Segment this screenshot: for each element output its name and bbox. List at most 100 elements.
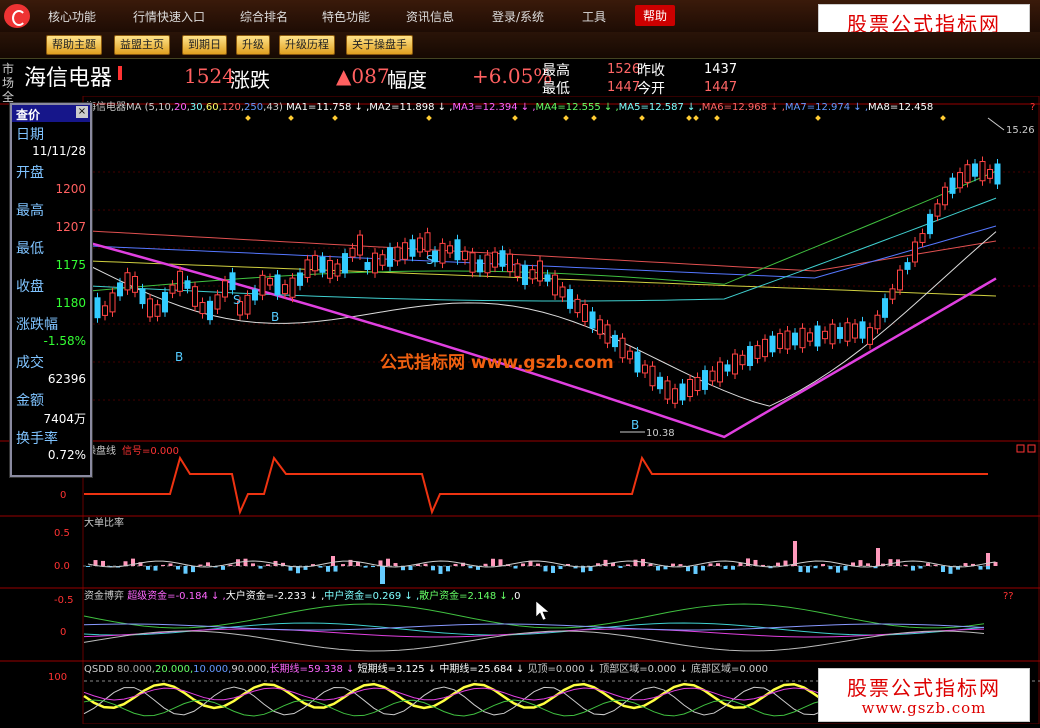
candle-body [537, 260, 543, 282]
candle-body [627, 350, 633, 360]
candle-body [927, 213, 933, 235]
ratio-bar [633, 559, 638, 566]
candle-body [687, 378, 693, 398]
expiry-button[interactable]: 到期日 [182, 35, 227, 55]
sub2-axis-mid: 0.0 [54, 561, 70, 572]
menu-special[interactable]: 特色功能 [322, 8, 370, 25]
ratio-bar [393, 563, 398, 566]
main-help-icon[interactable]: ? [1030, 102, 1035, 113]
sub1-signal: 信号=0.000 [122, 445, 179, 457]
candle-body [469, 252, 476, 273]
candle-body [222, 280, 228, 298]
open-value: 1447 [704, 80, 738, 95]
ratio-bar [371, 566, 375, 568]
ratio-bar [326, 566, 330, 572]
signal-diamond-icon [332, 115, 338, 121]
ratio-bar [693, 566, 698, 574]
candle-body [244, 294, 251, 315]
menu-tools[interactable]: 工具 [582, 8, 606, 25]
panel-label: 换手率 [16, 431, 58, 447]
ratio-bar [558, 566, 563, 570]
ratio-bar [183, 566, 188, 574]
menu-core[interactable]: 核心功能 [48, 8, 96, 25]
menu-help[interactable]: 帮助 [635, 5, 676, 26]
candle-body [499, 250, 506, 267]
watermark-bottom: 股票公式指标网 www.gszb.com [818, 668, 1030, 722]
kline-charts[interactable]: 海信电器MA (5,10,20,30,60,120,250,43) MA1=11… [0, 95, 1040, 725]
about-button[interactable]: 关于操盘手 [346, 35, 413, 55]
app-logo-icon [4, 4, 30, 28]
high-label: 最高 [542, 63, 570, 79]
signal-diamond-icon [288, 115, 294, 121]
candle-body [379, 254, 386, 266]
candle-body [207, 300, 213, 321]
candle-body [897, 269, 903, 291]
price-query-panel[interactable]: 查价 × 日期 11/11/28 开盘 1200 最高 1207 最低 1175 收盘 1180 涨… [10, 103, 92, 477]
upgrade-history-button[interactable]: 升级历程 [279, 35, 335, 55]
candle-body [162, 291, 168, 313]
candle-body [829, 323, 836, 345]
candle-body [117, 282, 123, 297]
candle-body [972, 163, 978, 177]
sub2-title: 大单比率 [84, 516, 124, 529]
chart-watermark: 公式指标网 www.gszb.com [380, 352, 614, 373]
candle-body [732, 353, 738, 375]
candle-body [514, 263, 521, 277]
candle-body [282, 284, 288, 295]
help-topics-button[interactable]: 帮助主题 [46, 35, 102, 55]
panel-value: 11/11/28 [32, 144, 86, 158]
chart-area[interactable]: 海信电器MA (5,10,20,30,60,120,250,43) MA1=11… [0, 95, 1040, 725]
menu-news[interactable]: 资讯信息 [406, 8, 454, 25]
ratio-bar [380, 566, 385, 584]
candle-body [342, 253, 348, 274]
ratio-bar [941, 566, 945, 572]
ratio-bar [191, 566, 195, 573]
upgrade-button[interactable]: 升级 [236, 35, 270, 55]
candle-body [522, 264, 528, 286]
signal-diamond-icon [714, 115, 720, 121]
ratio-bar [491, 558, 495, 566]
candle-body [327, 260, 333, 279]
ratio-bar [888, 559, 893, 566]
sub3-legend: 资金博弈 超级资金=-0.184 ↓ ,大户资金=-2.233 ↓ ,中户资金=… [84, 589, 520, 602]
ratio-bar [656, 566, 660, 571]
candle-body [529, 269, 536, 280]
ratio-bar [948, 566, 953, 574]
candle-body [739, 354, 746, 366]
close-icon[interactable]: × [76, 106, 88, 118]
ratio-bar [266, 564, 270, 566]
ratio-bar [626, 564, 630, 566]
candle-body [582, 304, 588, 322]
sell-signal: S [426, 253, 434, 267]
candle-body [874, 314, 881, 330]
ratio-bar [671, 563, 675, 566]
stock-price: 1524 [184, 64, 235, 88]
menu-quick-entry[interactable]: 行情快速入口 [133, 8, 205, 25]
sub3-help-icon[interactable]: ?? [1003, 591, 1014, 602]
homepage-button[interactable]: 益盟主页 [114, 35, 170, 55]
candle-body [484, 254, 491, 274]
menu-ranking[interactable]: 综合排名 [240, 8, 288, 25]
sub4-axis-100: 100 [48, 672, 67, 683]
candle-body [184, 280, 191, 289]
panel-label: 成交 [16, 355, 44, 371]
candle-body [349, 247, 356, 258]
ratio-bar [828, 566, 833, 570]
menu-login[interactable]: 登录/系统 [492, 8, 544, 25]
ratio-bar [101, 560, 105, 566]
ratio-bar [603, 559, 608, 566]
candle-body [852, 323, 858, 339]
prev-close-label: 昨收 [637, 63, 665, 79]
stock-change: ▲087 [336, 64, 390, 88]
candle-body [139, 288, 146, 305]
candle-body [987, 168, 993, 179]
candle-body [259, 274, 266, 296]
ratio-bar [243, 558, 248, 566]
candle-body [844, 322, 851, 342]
signal-diamond-icon [245, 115, 251, 121]
candle-body [289, 277, 296, 298]
candle-body [147, 298, 153, 318]
stock-change-pct: +6.05% [472, 64, 553, 88]
candle-body [492, 251, 498, 268]
candle-body [912, 241, 918, 263]
